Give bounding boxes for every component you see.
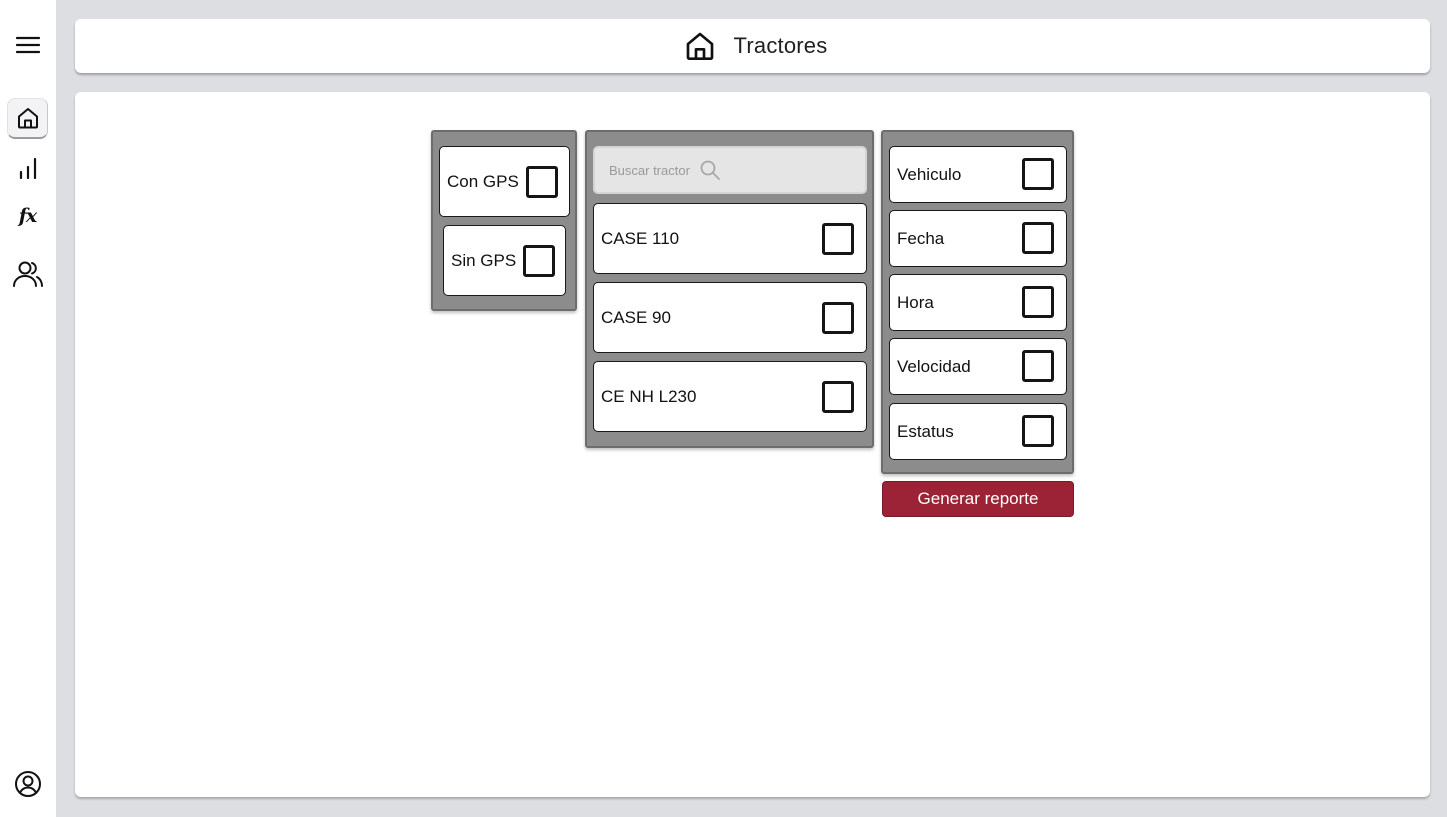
gps-filter-sin-gps[interactable]: Sin GPS: [443, 225, 566, 296]
tractor-list-panel: CASE 110 CASE 90 CE NH L230: [585, 130, 874, 448]
sidebar-item-stats[interactable]: [7, 147, 48, 188]
generate-report-button[interactable]: Generar reporte: [882, 481, 1074, 517]
sidebar: fx: [0, 0, 56, 817]
field-velocidad[interactable]: Velocidad: [889, 338, 1067, 395]
tractor-list-item[interactable]: CASE 110: [593, 203, 867, 274]
tractor-label: CASE 90: [601, 307, 671, 327]
sidebar-item-profile[interactable]: [7, 763, 48, 804]
field-checkbox[interactable]: [1022, 158, 1054, 190]
tractor-label: CASE 110: [601, 228, 680, 248]
tractor-checkbox[interactable]: [822, 223, 854, 255]
home-icon: [686, 32, 713, 60]
field-label: Vehiculo: [897, 164, 962, 184]
field-checkbox[interactable]: [1022, 286, 1054, 318]
tractor-list-item[interactable]: CASE 90: [593, 282, 867, 353]
sidebar-item-formulas[interactable]: fx: [7, 195, 48, 236]
gps-filter-label: Con GPS: [447, 171, 519, 191]
tractor-checkbox[interactable]: [822, 381, 854, 413]
page-header: Tractores: [75, 19, 1430, 73]
bar-chart-icon: [19, 157, 36, 179]
sidebar-item-users[interactable]: [7, 253, 48, 294]
field-label: Hora: [897, 292, 934, 312]
gps-filter-panel: Con GPS Sin GPS: [431, 130, 577, 311]
main-content: Con GPS Sin GPS CASE 110 CASE 90 CE NH L…: [75, 92, 1430, 797]
tractor-checkbox[interactable]: [822, 302, 854, 334]
report-fields-panel: Vehiculo Fecha Hora Velocidad Estatus: [881, 130, 1074, 474]
users-icon: [12, 261, 43, 287]
gps-filter-label: Sin GPS: [451, 250, 517, 270]
gps-filter-con-gps[interactable]: Con GPS: [439, 146, 570, 217]
field-hora[interactable]: Hora: [889, 274, 1067, 331]
user-circle-icon: [14, 770, 41, 797]
search-input[interactable]: [609, 162, 691, 178]
field-checkbox[interactable]: [1022, 350, 1054, 382]
sidebar-item-home[interactable]: [7, 98, 48, 139]
search-icon[interactable]: [699, 159, 721, 181]
page-title: Tractores: [733, 33, 828, 58]
fx-icon: fx: [18, 204, 37, 227]
con-gps-checkbox[interactable]: [526, 166, 558, 198]
field-fecha[interactable]: Fecha: [889, 210, 1067, 267]
field-label: Estatus: [897, 421, 954, 441]
hamburger-menu-icon[interactable]: [7, 24, 48, 65]
home-icon: [17, 108, 38, 129]
field-label: Velocidad: [897, 356, 971, 376]
sin-gps-checkbox[interactable]: [523, 245, 555, 277]
field-estatus[interactable]: Estatus: [889, 403, 1067, 460]
field-checkbox[interactable]: [1022, 415, 1054, 447]
field-vehiculo[interactable]: Vehiculo: [889, 146, 1067, 203]
tractor-list-item[interactable]: CE NH L230: [593, 361, 867, 432]
tractor-label: CE NH L230: [601, 386, 697, 406]
field-label: Fecha: [897, 228, 945, 248]
field-checkbox[interactable]: [1022, 222, 1054, 254]
tractor-search[interactable]: [593, 146, 867, 194]
